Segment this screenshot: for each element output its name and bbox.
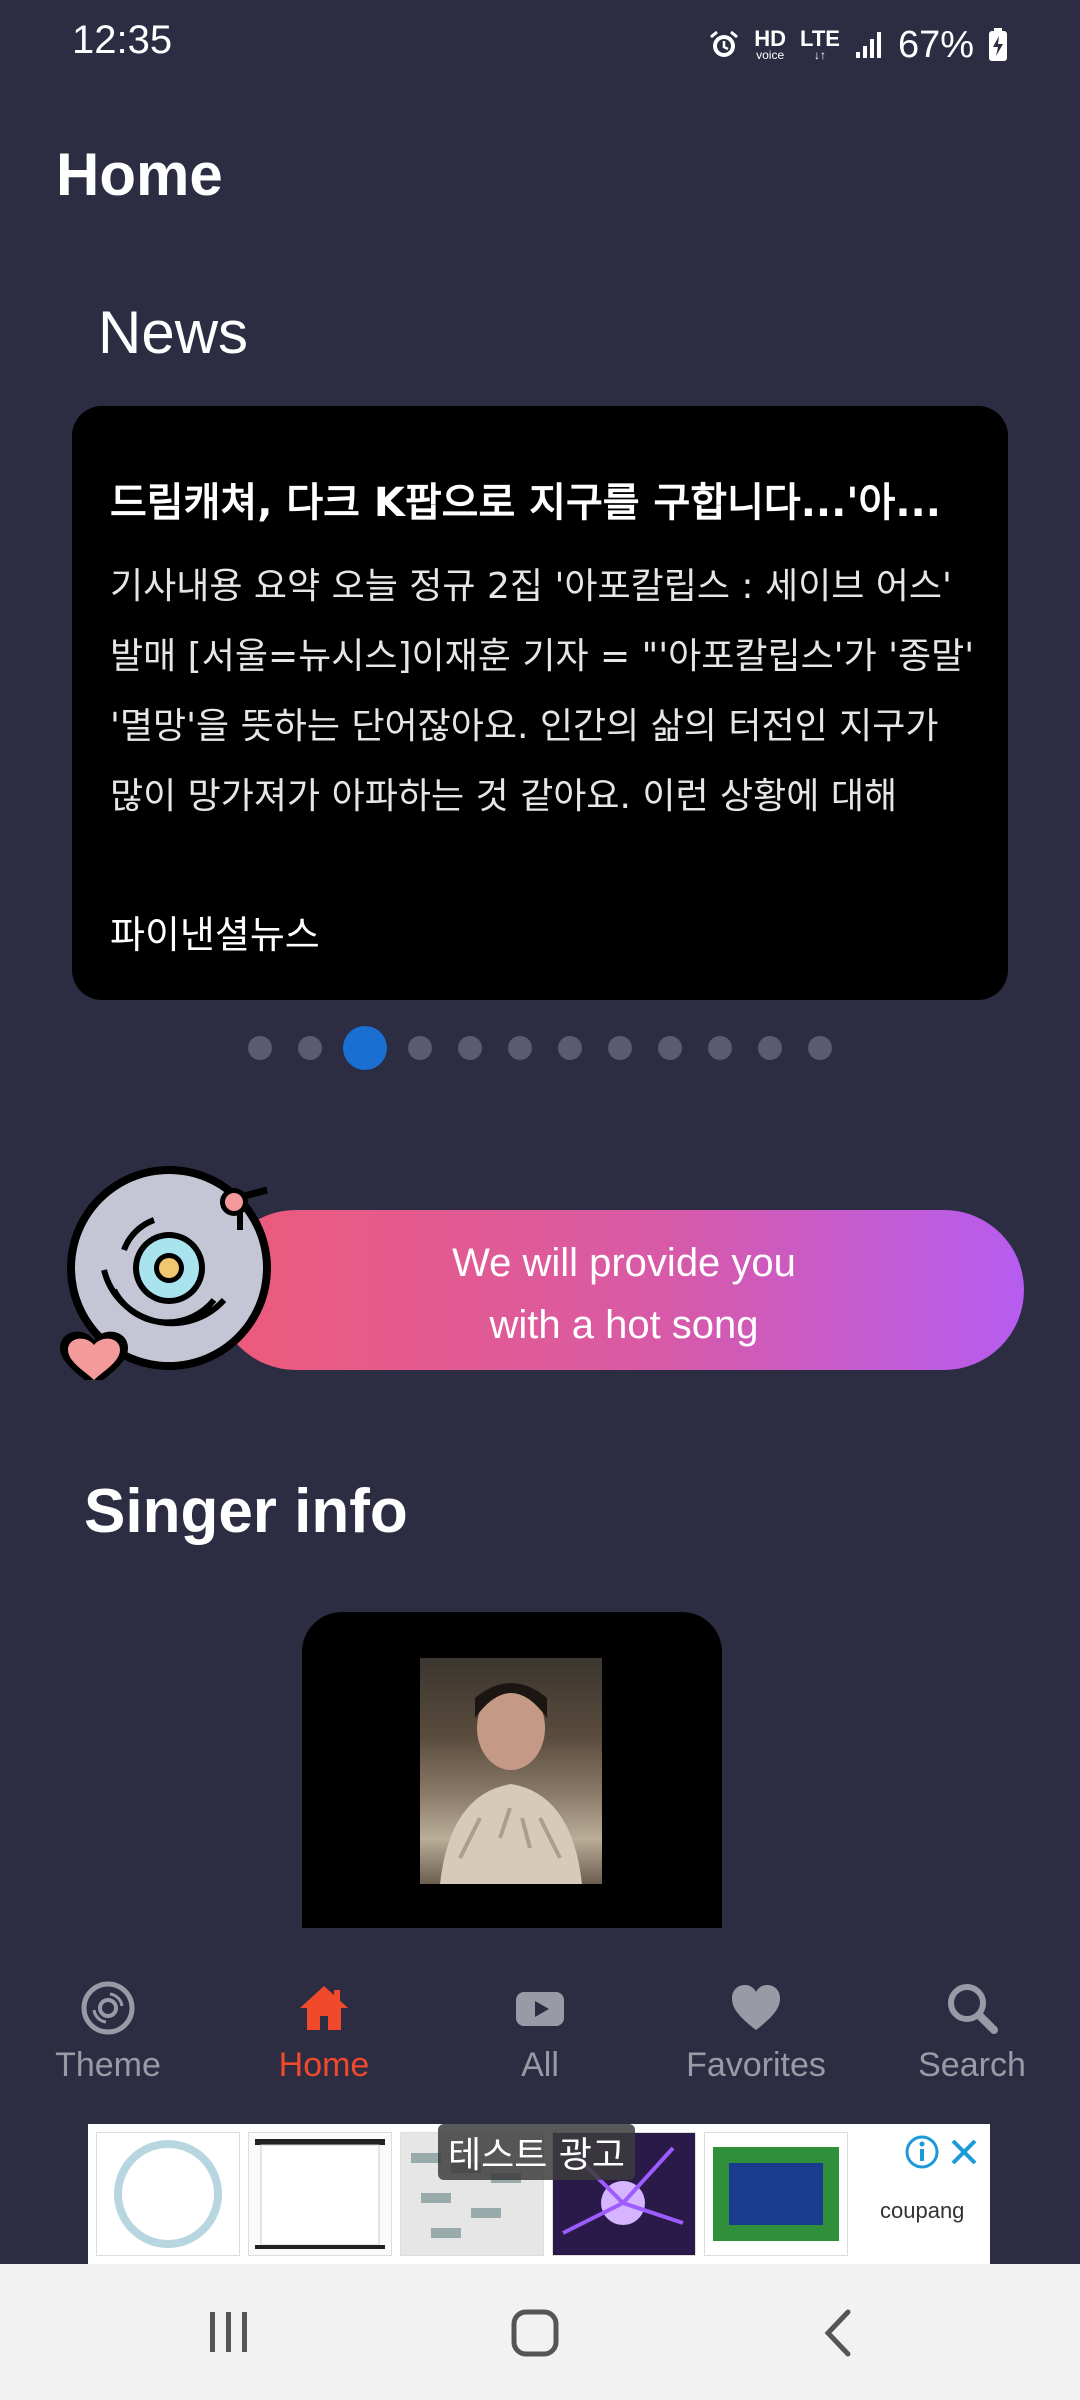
pager-dot[interactable] [608,1036,632,1060]
pager-dot[interactable] [508,1036,532,1060]
lte-icon: LTE ↓↑ [800,26,840,62]
news-summary: 기사내용 요약 오늘 정규 2집 '아포칼립스 : 세이브 어스' 발매 [서울… [110,566,975,817]
nav-search[interactable]: Search [864,1980,1080,2100]
home-system-icon[interactable] [510,2308,560,2358]
ad-test-label: 테스트 광고 [438,2124,636,2180]
pager-dot[interactable] [458,1036,482,1060]
alarm-icon [710,30,739,57]
vinyl-heart-icon [60,1166,271,1380]
nav-theme[interactable]: Theme [0,1980,216,2100]
pager-dot[interactable] [248,1036,272,1060]
singer-card[interactable] [302,1612,722,1928]
home-icon [300,1986,348,2030]
nav-theme-label: Theme [55,2046,161,2084]
play-icon [516,1992,564,2026]
bottom-nav: Theme Home All Favorites Search [0,1952,1080,2122]
news-card[interactable]: 드림캐쳐, 다크 K팝으로 지구를 구합니다...'아... 기사내용 요약 오… [72,406,1008,1000]
ad-close-icon[interactable] [948,2136,980,2168]
pager-dot[interactable] [298,1036,322,1060]
recent-apps-icon[interactable] [204,2310,254,2354]
ad-brand-logo: coupang [880,2198,965,2223]
pager-dot-active[interactable] [343,1026,387,1070]
hot-song-banner[interactable]: We will provide you with a hot song [216,1210,1024,1370]
nav-favorites-label: Favorites [686,2046,826,2084]
battery-charging-icon [989,28,1007,61]
nav-search-label: Search [918,2046,1026,2084]
battery-percent: 67% [897,23,974,66]
singer-photo [420,1658,602,1884]
pager-dot[interactable] [708,1036,732,1060]
signal-icon [855,32,881,58]
nav-all[interactable]: All [432,1980,648,2100]
nav-home[interactable]: Home [216,1980,432,2100]
pager-dot[interactable] [408,1036,432,1060]
ad-info-icon[interactable] [904,2134,940,2170]
ad-product-1[interactable] [96,2132,240,2256]
nav-favorites[interactable]: Favorites [648,1980,864,2100]
pager-dot[interactable] [808,1036,832,1060]
news-section-title: News [98,299,249,366]
heart-icon [732,1985,780,2030]
ad-banner[interactable]: 테스트 광고 coupang [88,2124,990,2264]
status-bar: 12:35 HD voice LTE ↓↑ 67% [0,0,1080,90]
hd-voice-icon: HD voice [754,26,787,62]
system-nav-bar [0,2264,1080,2400]
pager-dot[interactable] [658,1036,682,1060]
disc-icon [81,1981,135,2035]
nav-all-label: All [521,2046,559,2084]
news-source: 파이낸셜뉴스 [110,913,320,957]
search-icon [948,1984,998,2034]
hot-song-banner-text: We will provide you with a hot song [452,1241,796,1347]
status-icons: HD voice LTE ↓↑ 67% [708,22,1008,68]
page-title: Home [56,141,223,208]
back-icon[interactable] [818,2308,858,2358]
singer-section-title: Singer info [84,1477,408,1546]
ad-product-5[interactable] [704,2132,848,2256]
status-time: 12:35 [72,18,173,62]
nav-home-label: Home [278,2046,370,2084]
ad-product-2[interactable] [248,2132,392,2256]
news-headline: 드림캐쳐, 다크 K팝으로 지구를 구합니다...'아... [110,480,941,526]
news-pager[interactable] [0,1020,1080,1076]
pager-dot[interactable] [558,1036,582,1060]
pager-dot[interactable] [758,1036,782,1060]
